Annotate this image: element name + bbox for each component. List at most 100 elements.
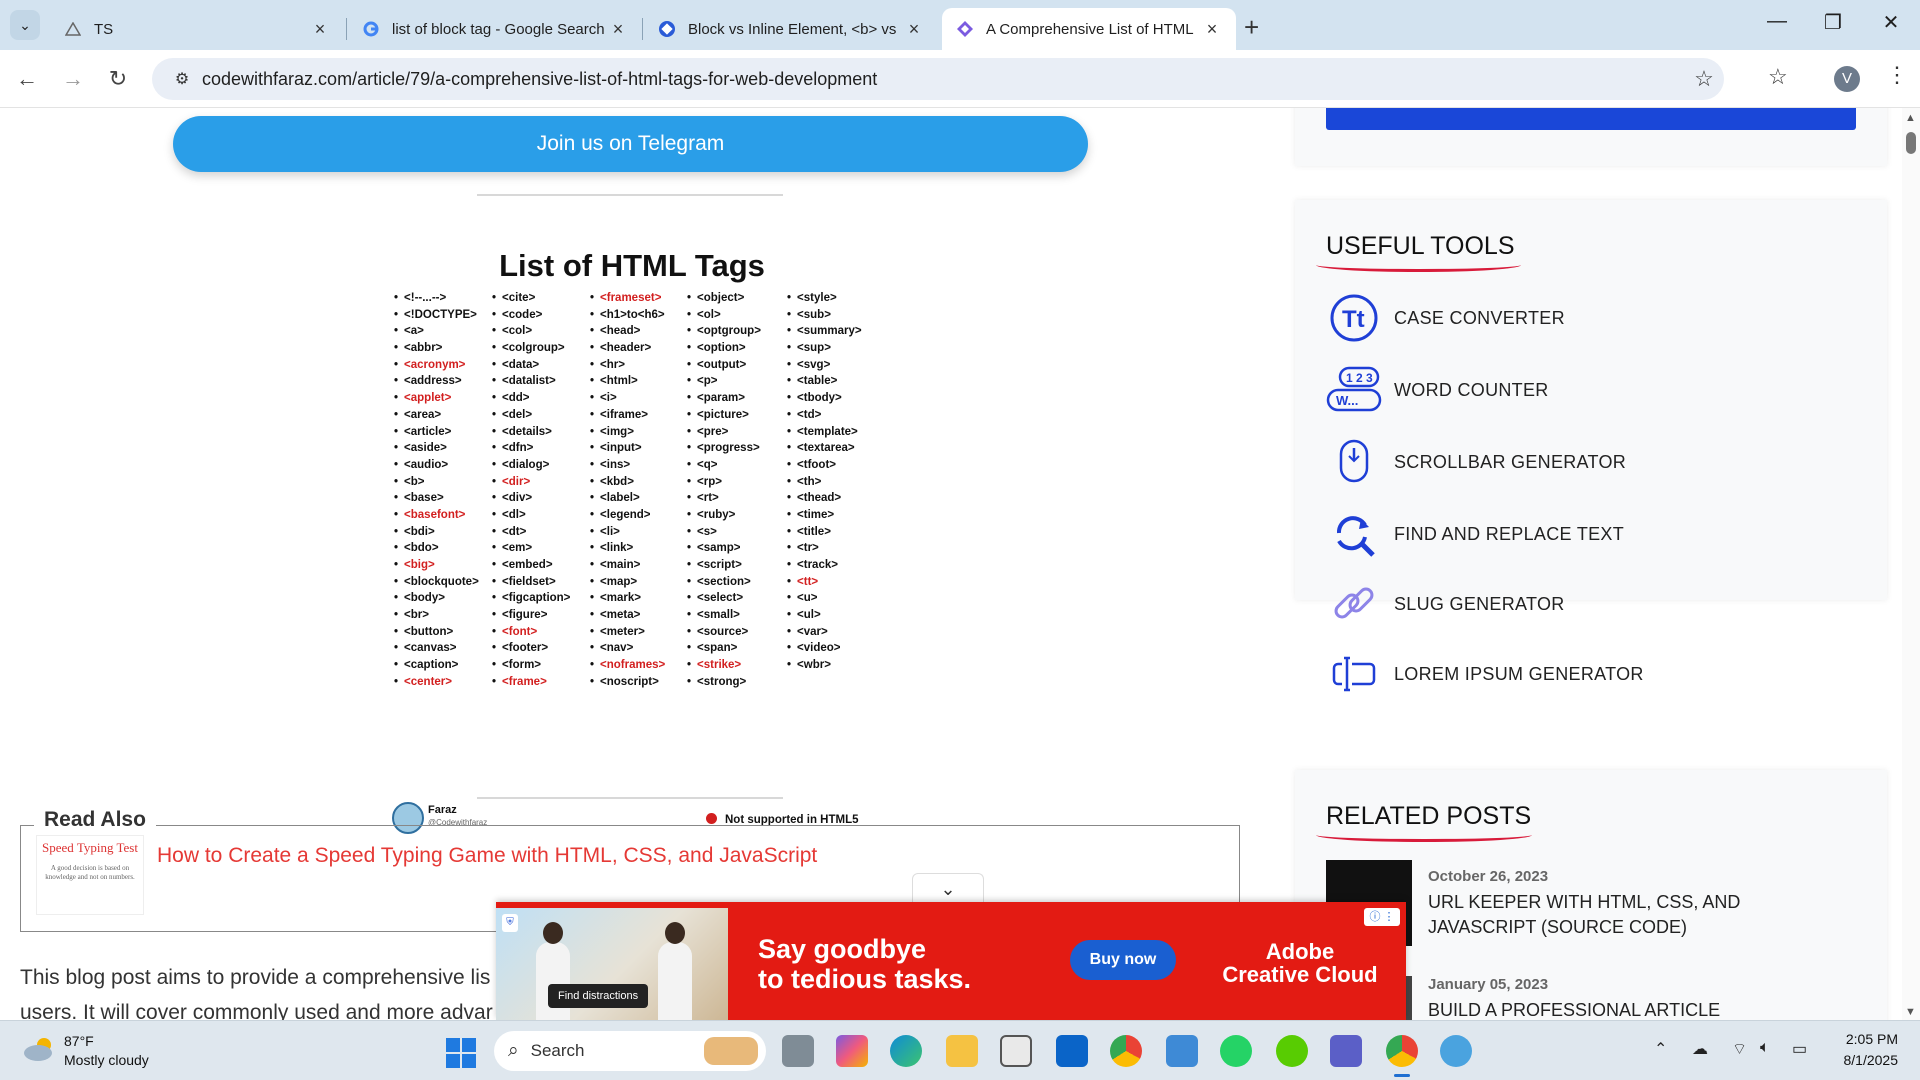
clock-date[interactable]: 8/1/2025: [1828, 1052, 1899, 1068]
teams-icon[interactable]: [1330, 1035, 1362, 1067]
html-tag-item: <option>: [687, 340, 761, 357]
task-view-icon[interactable]: [782, 1035, 814, 1067]
clock-time[interactable]: 2:05 PM: [1838, 1031, 1898, 1047]
join-telegram-button[interactable]: Join us on Telegram: [173, 116, 1088, 172]
outlook-icon[interactable]: [1056, 1035, 1088, 1067]
related-post-title[interactable]: URL KEEPER WITH HTML, CSS, AND JAVASCRIP…: [1428, 890, 1848, 940]
html-tag-item: <col>: [492, 323, 570, 340]
scroll-down-arrow-icon[interactable]: ▼: [1905, 1006, 1916, 1018]
duolingo-icon[interactable]: [1276, 1035, 1308, 1067]
html-tag-item: <big>: [394, 557, 479, 574]
close-icon[interactable]: ×: [904, 19, 924, 40]
weather-cloud-icon[interactable]: [22, 1035, 54, 1061]
close-icon[interactable]: ×: [310, 19, 330, 40]
minimize-button[interactable]: —: [1752, 10, 1802, 33]
profile-avatar[interactable]: V: [1834, 66, 1860, 92]
html-tag-item: <footer>: [492, 640, 570, 657]
html-tag-item: <embed>: [492, 557, 570, 574]
taskbar-search[interactable]: ⌕ Search: [494, 1031, 766, 1071]
url-text[interactable]: codewithfaraz.com/article/79/a-comprehen…: [202, 69, 1684, 90]
html-tag-item: <dl>: [492, 507, 570, 524]
close-window-button[interactable]: ✕: [1866, 10, 1916, 35]
html-tag-item: <dfn>: [492, 440, 570, 457]
tool-label: CASE CONVERTER: [1394, 307, 1565, 328]
chrome-active-icon[interactable]: [1386, 1035, 1418, 1067]
scroll-thumb[interactable]: [1906, 132, 1916, 154]
html-tag-item: <iframe>: [590, 407, 665, 424]
adobe-ad-banner[interactable]: ⛨ Find distractions Say goodbye to tedio…: [496, 902, 1406, 1020]
ad-info-icon[interactable]: ⓘ ⋮: [1364, 908, 1400, 926]
bookmark-star-icon[interactable]: ☆: [1684, 66, 1724, 92]
restore-button[interactable]: ❐: [1808, 10, 1858, 35]
ad-collapse-button[interactable]: ⌄: [912, 873, 984, 903]
read-also-thumbnail[interactable]: Speed Typing Test A good decision is bas…: [36, 835, 144, 915]
weather-description[interactable]: Mostly cloudy: [64, 1052, 149, 1068]
start-button[interactable]: [446, 1038, 476, 1068]
html-tag-item: <figure>: [492, 607, 570, 624]
globe-app-icon[interactable]: [1440, 1035, 1472, 1067]
tool-slug-generator[interactable]: SLUG GENERATOR: [1326, 576, 1565, 632]
html-tag-item: <div>: [492, 490, 570, 507]
site-settings-icon[interactable]: ⚙: [162, 69, 202, 89]
notepad-icon[interactable]: [1166, 1035, 1198, 1067]
html-tag-item: <b>: [394, 474, 479, 491]
tool-find-replace[interactable]: FIND AND REPLACE TEXT: [1326, 506, 1624, 562]
heading-underline: [1316, 828, 1532, 842]
html-tag-item: <track>: [787, 557, 862, 574]
read-also-link[interactable]: How to Create a Speed Typing Game with H…: [157, 844, 817, 868]
related-post-title[interactable]: BUILD A PROFESSIONAL ARTICLE: [1428, 998, 1848, 1020]
html-tag-item: <base>: [394, 490, 479, 507]
wifi-icon[interactable]: ⌔: [1732, 1039, 1747, 1059]
page-scrollbar[interactable]: ▲ ▼: [1902, 108, 1920, 1020]
scroll-up-arrow-icon[interactable]: ▲: [1905, 112, 1916, 124]
html-tag-item: <meter>: [590, 624, 665, 641]
bookmarks-icon[interactable]: ☆: [1768, 64, 1788, 90]
tool-scrollbar-generator[interactable]: SCROLLBAR GENERATOR: [1326, 434, 1626, 490]
html-tag-item: <link>: [590, 540, 665, 557]
tab-google-search[interactable]: list of block tag - Google Search ×: [348, 8, 642, 50]
tab-title: Block vs Inline Element, <b> vs: [688, 20, 897, 38]
buy-now-button[interactable]: Buy now: [1070, 940, 1176, 980]
tool-case-converter[interactable]: Tt CASE CONVERTER: [1326, 290, 1565, 346]
address-bar[interactable]: ⚙ codewithfaraz.com/article/79/a-compreh…: [152, 58, 1724, 100]
tab-search-button[interactable]: ⌄: [10, 10, 40, 40]
battery-icon[interactable]: ▭: [1792, 1039, 1807, 1059]
read-also-heading: Read Also: [34, 808, 156, 832]
onedrive-cloud-icon[interactable]: ☁: [1692, 1039, 1708, 1059]
close-icon[interactable]: ×: [608, 19, 628, 40]
ad-brand-line: Creative Cloud: [1222, 962, 1378, 987]
menu-kebab-icon[interactable]: ⋮: [1886, 62, 1908, 88]
reload-button[interactable]: ↻: [103, 64, 133, 94]
tool-label: SCROLLBAR GENERATOR: [1394, 451, 1627, 472]
tool-lorem-ipsum[interactable]: LOREM IPSUM GENERATOR: [1326, 646, 1644, 702]
new-tab-button[interactable]: +: [1244, 12, 1259, 43]
html-tag-item: <head>: [590, 323, 665, 340]
tab-ts[interactable]: TS ×: [50, 8, 344, 50]
chrome-icon[interactable]: [1110, 1035, 1142, 1067]
html-tag-item: <picture>: [687, 407, 761, 424]
copilot-icon[interactable]: [836, 1035, 868, 1067]
weather-temperature[interactable]: 87°F: [64, 1033, 94, 1049]
tool-word-counter[interactable]: 1 2 3 W... WORD COUNTER: [1326, 362, 1549, 418]
edge-icon[interactable]: [890, 1035, 922, 1067]
tab-block-vs-inline[interactable]: Block vs Inline Element, <b> vs ×: [644, 8, 938, 50]
store-icon[interactable]: [1000, 1035, 1032, 1067]
volume-icon[interactable]: 🔈︎: [1760, 1039, 1770, 1057]
word-counter-icon: 1 2 3 W...: [1326, 362, 1382, 418]
html-tag-item: <strike>: [687, 657, 761, 674]
back-button[interactable]: ←: [12, 64, 42, 94]
tag-column: <frameset><h1>to<h6><head><header><hr><h…: [590, 290, 665, 691]
tab-html-tags-list[interactable]: A Comprehensive List of HTML ×: [942, 8, 1236, 50]
close-icon[interactable]: ×: [1202, 19, 1222, 40]
file-explorer-icon[interactable]: [946, 1035, 978, 1067]
forward-button[interactable]: →: [58, 64, 88, 94]
html-tag-item: <u>: [787, 590, 862, 607]
html-tag-item: <figcaption>: [492, 590, 570, 607]
html-tag-item: <applet>: [394, 390, 479, 407]
chevron-up-icon[interactable]: ⌃: [1654, 1039, 1667, 1059]
sidebar-cta-button[interactable]: [1326, 108, 1856, 130]
find-replace-icon: [1326, 506, 1382, 562]
html-tag-item: <td>: [787, 407, 862, 424]
html-tag-item: <strong>: [687, 674, 761, 691]
whatsapp-icon[interactable]: [1220, 1035, 1252, 1067]
